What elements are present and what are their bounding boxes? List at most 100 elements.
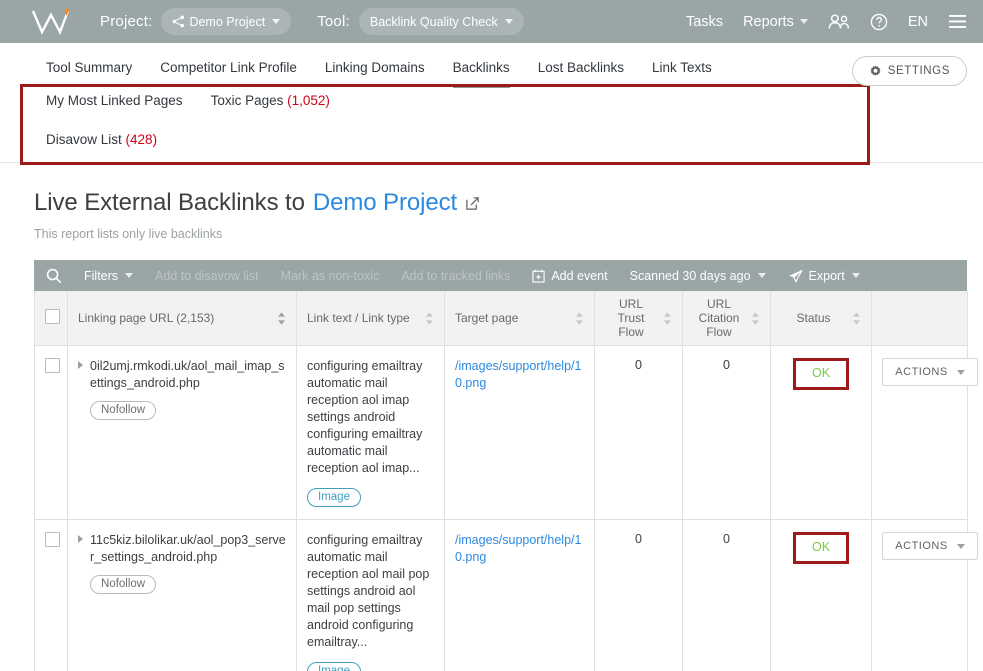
hamburger-menu-icon[interactable] xyxy=(948,14,967,29)
status-badge: OK xyxy=(811,540,831,554)
table-toolbar: Filters Add to disavow list Mark as non-… xyxy=(34,260,967,291)
external-link-icon[interactable] xyxy=(465,196,480,211)
linking-page-url[interactable]: 11c5kiz.bilolikar.uk/aol_pop3_server_set… xyxy=(90,532,286,566)
gear-icon xyxy=(869,65,882,78)
help-circle-icon[interactable] xyxy=(870,13,888,31)
tab-count: (428) xyxy=(125,132,158,147)
actions-button-label: ACTIONS xyxy=(895,540,948,552)
table-row: 0il2umj.rmkodi.uk/aol_mail_imap_settings… xyxy=(34,345,978,520)
url-trust-flow-cell: 0 xyxy=(594,519,683,671)
chevron-down-icon xyxy=(757,273,766,278)
sort-icon[interactable] xyxy=(277,312,286,325)
tool-label: Tool: xyxy=(317,13,350,30)
status-cell: OK xyxy=(770,345,872,520)
page-title-prefix: Live External Backlinks to xyxy=(34,189,305,216)
tab-label: Linking Domains xyxy=(324,60,425,75)
status-badge: OK xyxy=(811,366,831,380)
linking-page-url-cell: 0il2umj.rmkodi.uk/aol_mail_imap_settings… xyxy=(67,345,297,520)
add-event-button[interactable]: Add event xyxy=(532,268,608,283)
link-type-badge: Image xyxy=(307,488,361,507)
project-selector-value: Demo Project xyxy=(189,14,266,29)
backlinks-table: Linking page URL (2,153) Link text / Lin… xyxy=(34,291,978,671)
url-trust-flow-cell: 0 xyxy=(594,345,683,520)
linking-page-url[interactable]: 0il2umj.rmkodi.uk/aol_mail_imap_settings… xyxy=(90,358,286,392)
tab-linking-domains[interactable]: Linking Domains xyxy=(325,57,425,90)
add-to-disavow-list-button: Add to disavow list xyxy=(155,268,259,283)
tab-competitor-link-profile[interactable]: Competitor Link Profile xyxy=(160,57,297,90)
row-expander-icon[interactable] xyxy=(78,361,83,369)
table-header-row: Linking page URL (2,153) Link text / Lin… xyxy=(34,291,968,346)
tab-toxic-pages[interactable]: Toxic Pages (1,052) xyxy=(211,90,330,123)
tab-tool-summary[interactable]: Tool Summary xyxy=(46,57,132,90)
w-logo-icon xyxy=(31,9,70,35)
search-icon[interactable] xyxy=(46,268,62,284)
tabs-list: Tool Summary Competitor Link Profile Lin… xyxy=(16,43,852,162)
target-page-cell: /images/support/help/10.png xyxy=(444,519,595,671)
column-label: Link text / Link type xyxy=(307,311,410,325)
users-icon[interactable] xyxy=(828,13,850,30)
tab-count: (1,052) xyxy=(287,93,330,108)
column-url-citation-flow[interactable]: URL Citation Flow xyxy=(682,291,771,346)
sort-icon[interactable] xyxy=(751,312,760,325)
column-label: Status xyxy=(796,311,831,325)
actions-button[interactable]: ACTIONS xyxy=(882,532,978,560)
column-target-page[interactable]: Target page xyxy=(444,291,595,346)
topbar-right-group: Tasks Reports EN xyxy=(686,13,967,31)
target-page-link[interactable]: /images/support/help/10.png xyxy=(455,533,581,564)
row-checkbox[interactable] xyxy=(45,358,60,373)
project-selector[interactable]: Demo Project xyxy=(161,8,292,35)
tab-lost-backlinks[interactable]: Lost Backlinks xyxy=(538,57,624,90)
select-all-header xyxy=(34,291,68,346)
row-checkbox[interactable] xyxy=(45,532,60,547)
column-status[interactable]: Status xyxy=(770,291,872,346)
chevron-down-icon xyxy=(851,273,860,278)
tab-link-texts[interactable]: Link Texts xyxy=(652,57,712,90)
column-linking-page-url[interactable]: Linking page URL (2,153) xyxy=(67,291,297,346)
tab-backlinks[interactable]: Backlinks xyxy=(452,57,510,90)
sort-icon[interactable] xyxy=(663,312,672,325)
page-title-project-link[interactable]: Demo Project xyxy=(313,189,457,217)
column-link-text-type[interactable]: Link text / Link type xyxy=(296,291,445,346)
target-page-cell: /images/support/help/10.png xyxy=(444,345,595,520)
status-cell: OK xyxy=(770,519,872,671)
select-all-checkbox[interactable] xyxy=(45,309,60,324)
nofollow-badge: Nofollow xyxy=(90,401,157,420)
webceo-logo[interactable] xyxy=(30,8,72,36)
tab-disavow-list[interactable]: Disavow List (428) xyxy=(46,129,157,162)
report-tabs-bar: Tool Summary Competitor Link Profile Lin… xyxy=(0,43,983,165)
export-label: Export xyxy=(808,268,845,283)
settings-button-label: SETTINGS xyxy=(887,65,950,77)
column-url-trust-flow[interactable]: URL Trust Flow xyxy=(594,291,683,346)
filters-menu[interactable]: Filters xyxy=(84,269,134,283)
scanned-period-selector[interactable]: Scanned 30 days ago xyxy=(630,269,766,283)
sort-icon[interactable] xyxy=(575,312,584,325)
tasks-link[interactable]: Tasks xyxy=(686,14,723,30)
link-text-cell: configuring emailtray automatic mail rec… xyxy=(296,345,445,520)
link-text: configuring emailtray automatic mail rec… xyxy=(307,359,423,475)
reports-menu[interactable]: Reports xyxy=(743,14,808,30)
actions-button[interactable]: ACTIONS xyxy=(882,358,978,386)
add-event-label: Add event xyxy=(551,268,608,283)
column-actions xyxy=(871,291,968,346)
actions-cell: ACTIONS xyxy=(871,519,978,671)
sort-icon[interactable] xyxy=(425,312,434,325)
tab-label: Competitor Link Profile xyxy=(160,60,297,75)
language-selector[interactable]: EN xyxy=(908,14,928,30)
settings-button[interactable]: SETTINGS xyxy=(851,56,967,86)
chevron-down-icon xyxy=(125,273,134,278)
tool-selector[interactable]: Backlink Quality Check xyxy=(358,8,524,35)
export-menu[interactable]: Export xyxy=(788,269,860,283)
target-page-link[interactable]: /images/support/help/10.png xyxy=(455,359,581,390)
table-row: 11c5kiz.bilolikar.uk/aol_pop3_server_set… xyxy=(34,519,978,671)
column-label: URL Trust Flow xyxy=(617,297,645,339)
tab-label: Backlinks xyxy=(452,60,510,75)
row-select-cell xyxy=(34,519,68,671)
tab-label: Lost Backlinks xyxy=(537,60,624,75)
actions-button-label: ACTIONS xyxy=(895,366,948,378)
url-citation-flow-cell: 0 xyxy=(682,345,771,520)
column-label: Linking page URL (2,153) xyxy=(78,311,215,325)
sort-icon[interactable] xyxy=(852,312,861,325)
row-expander-icon[interactable] xyxy=(78,535,83,543)
chevron-down-icon xyxy=(272,19,281,24)
tab-my-most-linked-pages[interactable]: My Most Linked Pages xyxy=(46,90,183,123)
